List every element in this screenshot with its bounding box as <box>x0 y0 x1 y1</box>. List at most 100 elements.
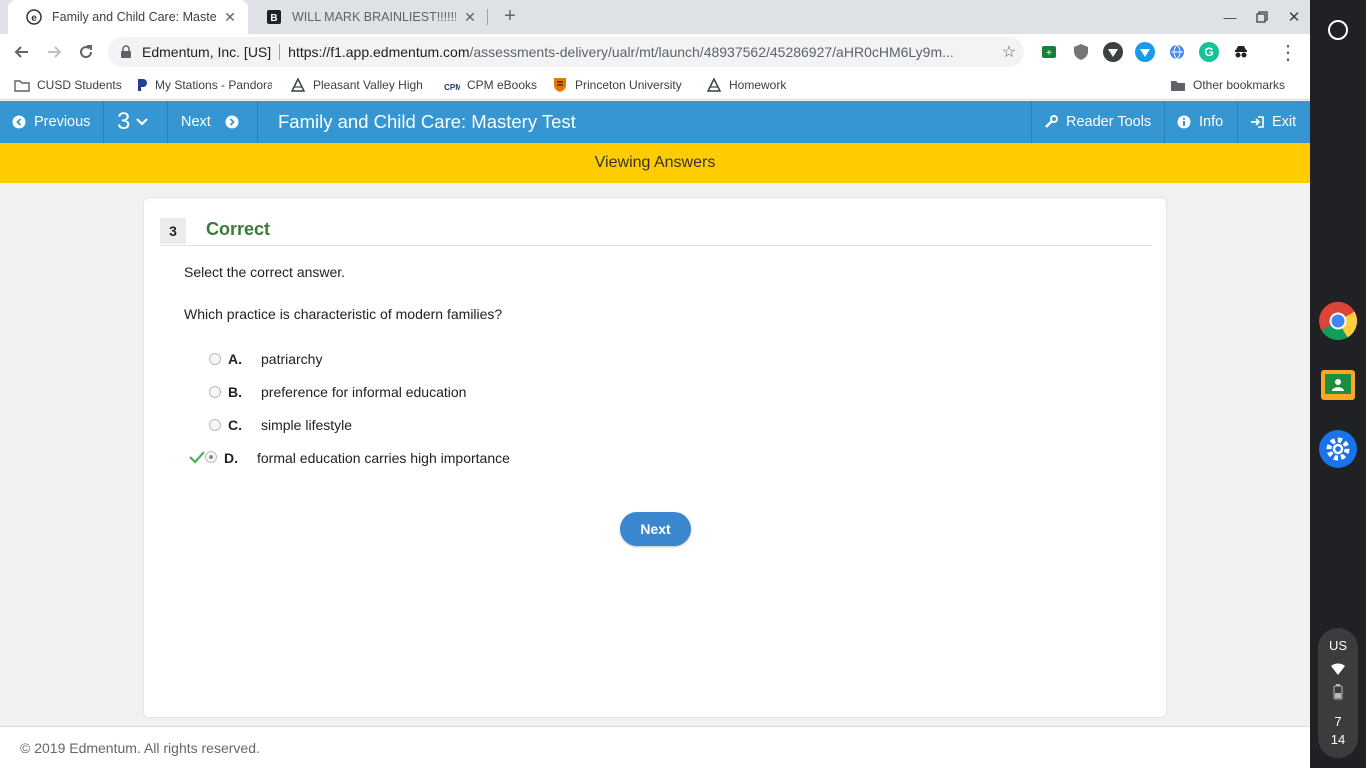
new-tab-icon[interactable]: + <box>498 4 522 28</box>
answer-option-b[interactable]: B. preference for informal education <box>208 382 508 402</box>
brainly-favicon-icon: B <box>266 9 282 25</box>
extension-globe-icon[interactable] <box>1167 42 1187 62</box>
next-button[interactable]: Next <box>620 512 691 546</box>
option-letter: C. <box>228 417 242 433</box>
viewing-answers-banner: Viewing Answers <box>0 143 1310 183</box>
exit-label: Exit <box>1272 114 1297 130</box>
folder-icon <box>14 77 30 93</box>
answer-option-a[interactable]: A. patriarchy <box>208 349 508 369</box>
exit-button[interactable]: Exit <box>1238 101 1310 143</box>
copyright-footer: © 2019 Edmentum. All rights reserved. <box>0 726 1310 768</box>
svg-text:e: e <box>31 13 37 24</box>
arrow-right-circle-icon <box>225 115 239 129</box>
bookmark-item[interactable]: CPM CPM eBooks <box>444 76 537 94</box>
lock-icon <box>120 45 134 59</box>
locale-indicator: US <box>1328 638 1348 653</box>
extension-green-icon[interactable]: + <box>1039 42 1059 62</box>
restore-icon[interactable] <box>1246 0 1278 34</box>
bookmark-item[interactable]: Homework <box>706 76 786 94</box>
option-text: formal education carries high importance <box>257 450 510 466</box>
reader-tools-label: Reader Tools <box>1066 114 1152 130</box>
tab-title: WILL MARK BRAINLIEST!!!!!! Which <box>292 10 456 24</box>
checkmark-icon <box>188 450 206 464</box>
option-letter: D. <box>224 450 238 466</box>
radio-button[interactable] <box>209 386 221 398</box>
question-header: 3 Correct <box>160 214 1152 246</box>
wrench-icon <box>1044 115 1058 129</box>
url-domain: https://f1.app.edmentum.com <box>288 44 470 60</box>
radio-button-selected[interactable] <box>205 451 217 463</box>
clock-hour: 7 <box>1334 714 1342 729</box>
other-bookmarks[interactable]: Other bookmarks <box>1170 76 1285 94</box>
bookmarks-bar: CUSD Students My Stations - Pandora Plea… <box>0 70 1310 100</box>
option-text: patriarchy <box>261 351 323 367</box>
option-text: preference for informal education <box>261 384 467 400</box>
settings-gear-icon[interactable] <box>1318 429 1358 469</box>
next-header-button[interactable]: Next <box>168 101 258 143</box>
question-selector[interactable]: 3 <box>104 101 168 143</box>
reload-icon[interactable] <box>72 38 100 66</box>
system-tray[interactable]: US 7 14 <box>1318 628 1358 758</box>
bookmark-item[interactable]: Princeton University <box>552 76 688 94</box>
princeton-shield-icon <box>552 77 568 93</box>
bookmark-item[interactable]: Pleasant Valley High <box>290 76 426 94</box>
ublock-shield-icon[interactable] <box>1071 42 1091 62</box>
previous-button[interactable]: Previous <box>0 101 104 143</box>
bookmark-item[interactable]: CUSD Students <box>14 76 122 94</box>
question-number-badge: 3 <box>160 218 186 244</box>
clock-minute: 14 <box>1330 732 1346 747</box>
radio-button[interactable] <box>209 419 221 431</box>
question-prompt: Which practice is characteristic of mode… <box>184 306 503 322</box>
answer-option-d[interactable]: D. formal education carries high importa… <box>188 448 528 468</box>
option-text: simple lifestyle <box>261 417 353 433</box>
option-letter: B. <box>228 384 242 400</box>
tab-close-icon[interactable]: ✕ <box>222 9 238 26</box>
info-label: Info <box>1199 114 1224 130</box>
bookmark-label: Pleasant Valley High <box>313 78 423 92</box>
minimize-icon[interactable]: — <box>1214 0 1246 34</box>
launcher-icon[interactable] <box>1318 10 1358 50</box>
google-classroom-icon[interactable] <box>1318 365 1358 405</box>
chevron-down-icon <box>136 117 149 127</box>
tab-active[interactable]: e Family and Child Care: Mastery Test ✕ <box>8 0 248 34</box>
sign-out-icon <box>1250 115 1264 129</box>
assessment-header: Previous 3 Next Family and Child Care: M… <box>0 101 1310 143</box>
tab-title: Family and Child Care: Mastery Test <box>52 10 216 24</box>
tab-close-icon[interactable]: ✕ <box>462 9 478 26</box>
bookmark-star-icon[interactable]: ☆ <box>994 42 1024 62</box>
bookmark-label: My Stations - Pandora <box>155 78 272 92</box>
back-arrow-icon[interactable] <box>8 38 36 66</box>
arrow-left-circle-icon <box>12 115 26 129</box>
url-text: https://f1.app.edmentum.com/assessments-… <box>288 44 994 60</box>
instruction-text: Select the correct answer. <box>184 264 346 280</box>
reader-tools-button[interactable]: Reader Tools <box>1031 101 1165 143</box>
answer-option-c[interactable]: C. simple lifestyle <box>208 415 508 435</box>
chrome-icon[interactable] <box>1318 301 1358 341</box>
extension-blue-icon[interactable] <box>1135 42 1155 62</box>
info-circle-icon <box>1177 115 1191 129</box>
menu-kebab-icon[interactable]: ⋮ <box>1274 38 1302 66</box>
grammarly-icon[interactable]: G <box>1199 42 1219 62</box>
option-letter: A. <box>228 351 242 367</box>
extension-spy-icon[interactable] <box>1231 42 1251 62</box>
address-bar[interactable]: Edmentum, Inc. [US] https://f1.app.edmen… <box>108 37 1024 67</box>
radio-button[interactable] <box>209 353 221 365</box>
bookmark-item[interactable]: My Stations - Pandora <box>136 76 272 94</box>
battery-icon <box>1333 684 1343 703</box>
browser-toolbar: Edmentum, Inc. [US] https://f1.app.edmen… <box>0 34 1310 70</box>
next-label: Next <box>181 114 211 130</box>
site-identity: Edmentum, Inc. [US] <box>142 44 272 60</box>
divider <box>279 44 281 60</box>
info-button[interactable]: Info <box>1165 101 1238 143</box>
bookmark-label: Homework <box>729 78 787 92</box>
close-window-icon[interactable]: ✕ <box>1278 0 1310 34</box>
other-bookmarks-label: Other bookmarks <box>1193 78 1286 92</box>
edmentum-favicon-icon: e <box>26 9 42 25</box>
tab-inactive[interactable]: B WILL MARK BRAINLIEST!!!!!! Which ✕ <box>248 0 488 34</box>
forward-arrow-icon[interactable] <box>40 38 68 66</box>
wifi-icon <box>1330 662 1346 679</box>
bookmark-label: CUSD Students <box>37 78 122 92</box>
extension-dark-icon[interactable] <box>1103 42 1123 62</box>
folder-icon <box>1170 77 1186 93</box>
url-path: /assessments-delivery/ualr/mt/launch/489… <box>469 44 954 60</box>
